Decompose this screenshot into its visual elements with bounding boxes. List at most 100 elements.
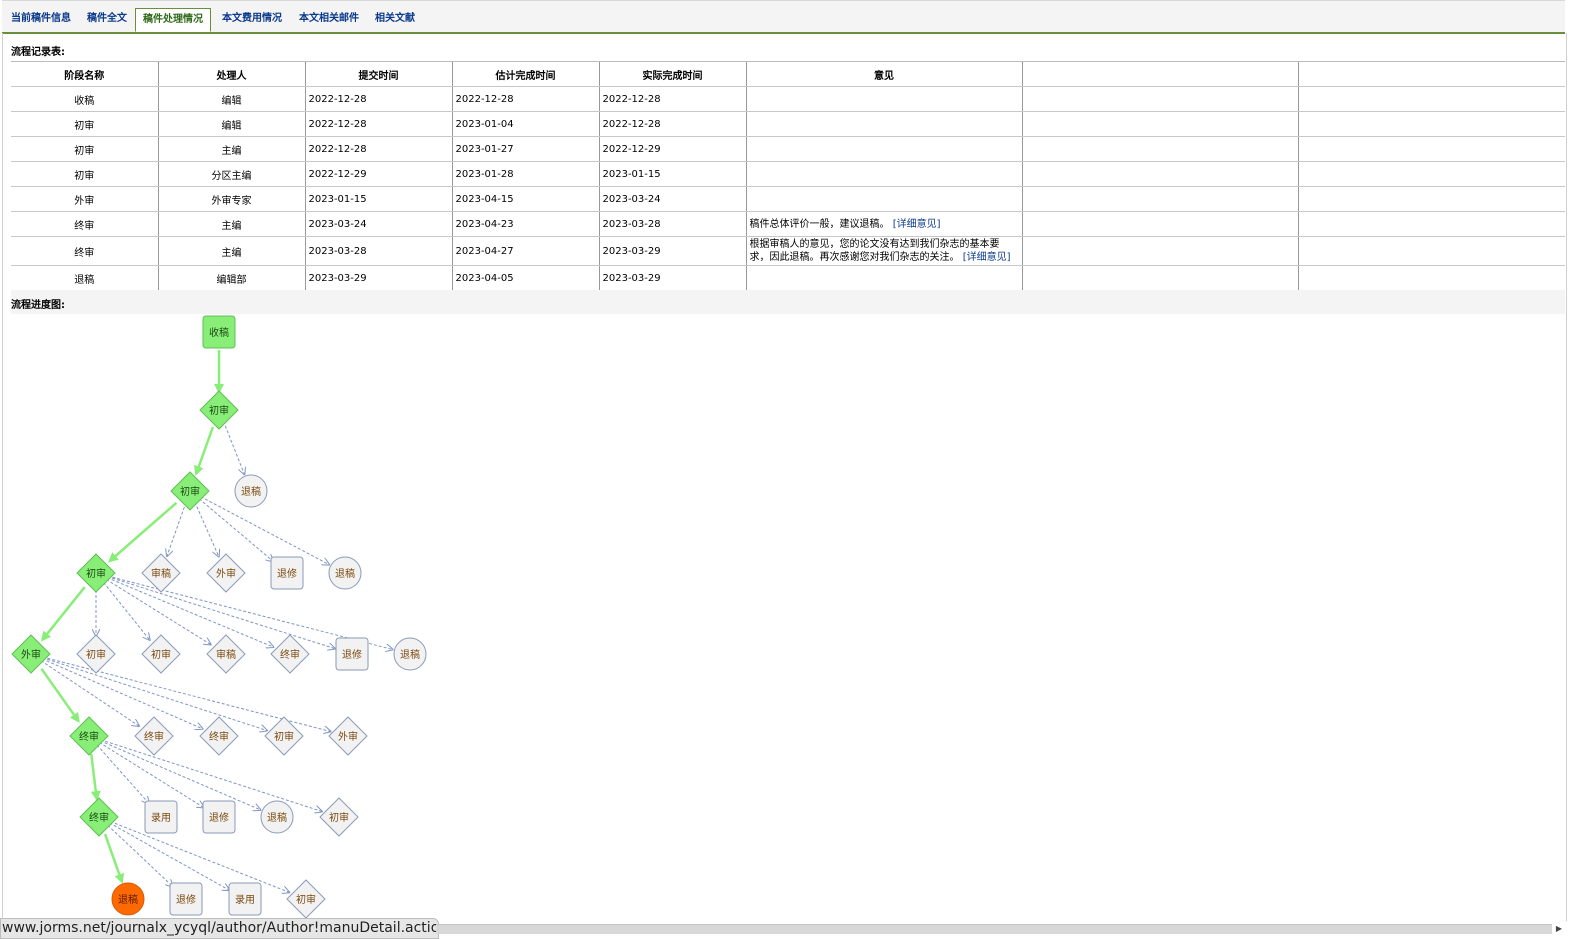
flow-node-label: 退修 [342, 648, 362, 661]
flow-node-label: 终审 [79, 730, 99, 743]
stage-cell: 收稿 [11, 86, 158, 112]
tab-manuscript-fulltext[interactable]: 稿件全文 [87, 11, 127, 31]
tab-related-references[interactable]: 相关文献 [375, 11, 415, 31]
submit-cell: 2022-12-28 [304, 86, 452, 112]
flow-edge [96, 744, 149, 804]
opinion-text: 稿件总体评价一般，建议退稿。 [749, 218, 890, 230]
flow-node-n2: 初审 [170, 471, 210, 511]
column-header: 估计完成时间 [451, 61, 599, 87]
flow-node-label: 初审 [180, 485, 200, 498]
flow-edge [108, 501, 178, 563]
empty-cell [1021, 161, 1298, 187]
empty-cell [1297, 86, 1565, 112]
flow-edge [41, 658, 203, 729]
scroll-right-arrow-icon[interactable]: ▶ [1553, 924, 1565, 934]
column-header [1021, 61, 1298, 87]
empty-cell [1297, 211, 1565, 237]
flow-node-label: 退稿 [400, 648, 420, 661]
flow-node-n4d: 外审 [328, 716, 368, 756]
actual-cell: 2023-01-15 [598, 161, 746, 187]
handler-cell: 分区主编 [157, 161, 305, 187]
stage-cell: 初审 [11, 111, 158, 137]
table-row: 退稿 编辑部 2023-03-29 2023-04-05 2023-03-29 [11, 265, 1565, 291]
empty-cell [1297, 136, 1565, 162]
flow-edge [198, 498, 273, 562]
flow-node-n3d: 终审 [270, 634, 310, 674]
tab-fee-status[interactable]: 本文费用情况 [222, 11, 282, 31]
actual-cell: 2022-12-29 [598, 136, 746, 162]
flow-node-label: 退修 [277, 567, 297, 580]
empty-cell [1297, 161, 1565, 187]
stage-cell: 初审 [11, 161, 158, 187]
flow-edge [40, 660, 139, 726]
tab-current-manuscript-info[interactable]: 当前稿件信息 [11, 11, 71, 31]
flow-node-label: 审稿 [216, 648, 236, 661]
opinion-cell [745, 111, 1022, 137]
flow-edge [40, 667, 80, 723]
estimate-cell: 2023-04-27 [451, 236, 599, 266]
empty-cell [1297, 236, 1565, 266]
flow-node-n2d: 退稿 [328, 556, 362, 590]
detail-opinion-link[interactable]: [详细意见] [893, 219, 941, 230]
flow-node-label: 收稿 [209, 326, 229, 339]
flow-node-n4: 外审 [11, 634, 51, 674]
flow-node-n3: 初审 [76, 553, 116, 593]
flow-node-label: 退稿 [335, 567, 355, 580]
empty-cell [1021, 265, 1298, 291]
submit-cell: 2022-12-28 [304, 111, 452, 137]
stage-cell: 终审 [11, 211, 158, 237]
submit-cell: 2023-03-29 [304, 265, 452, 291]
actual-cell: 2023-03-28 [598, 211, 746, 237]
tab-manuscript-processing[interactable]: 稿件处理情况 [135, 8, 211, 32]
flow-node-n4a: 终审 [134, 716, 174, 756]
flow-node-label: 初审 [329, 811, 349, 824]
flow-node-label: 外审 [338, 730, 358, 743]
flow-node-label: 初审 [209, 404, 229, 417]
stage-cell: 终审 [11, 236, 158, 266]
flow-node-n6a: 退修 [169, 882, 203, 916]
empty-cell [1021, 186, 1298, 212]
flow-node-label: 退修 [209, 811, 229, 824]
flow-node-n2b: 外审 [206, 553, 246, 593]
flow-edge [194, 501, 219, 557]
handler-cell: 编辑 [157, 111, 305, 137]
stage-cell: 初审 [11, 136, 158, 162]
estimate-cell: 2023-01-27 [451, 136, 599, 162]
handler-cell: 编辑部 [157, 265, 305, 291]
table-row: 初审 分区主编 2022-12-29 2023-01-28 2023-01-15 [11, 161, 1565, 187]
handler-cell: 外审专家 [157, 186, 305, 212]
flow-node-n1a: 退稿 [234, 474, 268, 508]
tab-related-emails[interactable]: 本文相关邮件 [299, 11, 359, 31]
flow-node-n5c: 退稿 [260, 800, 294, 834]
detail-opinion-link[interactable]: [详细意见] [963, 252, 1011, 263]
estimate-cell: 2022-12-28 [451, 86, 599, 112]
handler-cell: 编辑 [157, 86, 305, 112]
flow-node-label: 终审 [89, 811, 109, 824]
estimate-cell: 2023-04-05 [451, 265, 599, 291]
opinion-cell [745, 86, 1022, 112]
flow-node-n3b: 初审 [141, 634, 181, 674]
opinion-cell: 根据审稿人的意见，您的论文没有达到我们杂志的基本要求，因此退稿。再次感谢您对我们… [745, 236, 1022, 266]
submit-cell: 2022-12-28 [304, 136, 452, 162]
flow-edge [107, 824, 173, 886]
table-row: 收稿 编辑 2022-12-28 2022-12-28 2022-12-28 [11, 86, 1565, 112]
table-row: 外审 外审专家 2023-01-15 2023-04-15 2023-03-24 [11, 186, 1565, 212]
opinion-cell [745, 186, 1022, 212]
flow-node-label: 退修 [176, 893, 196, 906]
opinion-cell: 稿件总体评价一般，建议退稿。 [详细意见] [745, 211, 1022, 237]
flow-node-label: 初审 [296, 893, 316, 906]
handler-cell: 主编 [157, 236, 305, 266]
submit-cell: 2023-03-28 [304, 236, 452, 266]
process-record-table: 阶段名称 处理人 提交时间 估计完成时间 实际完成时间 意见 收稿 编辑 2022-… [11, 61, 1565, 291]
flow-node-n3f: 退稿 [393, 637, 427, 671]
flow-node-n7: 退稿 [111, 882, 145, 916]
flow-node-label: 初审 [151, 648, 171, 661]
handler-cell: 主编 [157, 136, 305, 162]
empty-cell [1021, 236, 1298, 266]
horizontal-scrollbar[interactable] [436, 924, 1552, 934]
flow-node-n4c: 初审 [264, 716, 304, 756]
flow-node-label: 初审 [86, 648, 106, 661]
column-header: 处理人 [157, 61, 305, 87]
flow-node-label: 录用 [151, 812, 171, 824]
column-header [1297, 61, 1565, 87]
